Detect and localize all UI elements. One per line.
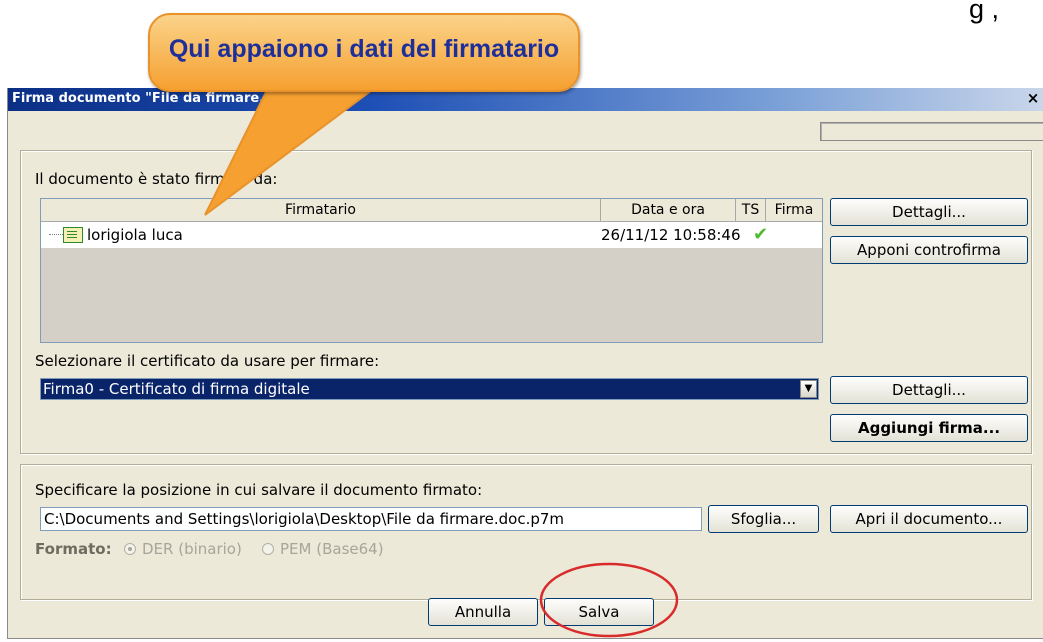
callout-tail-cover xyxy=(273,86,376,90)
highlight-ellipse xyxy=(539,562,679,638)
